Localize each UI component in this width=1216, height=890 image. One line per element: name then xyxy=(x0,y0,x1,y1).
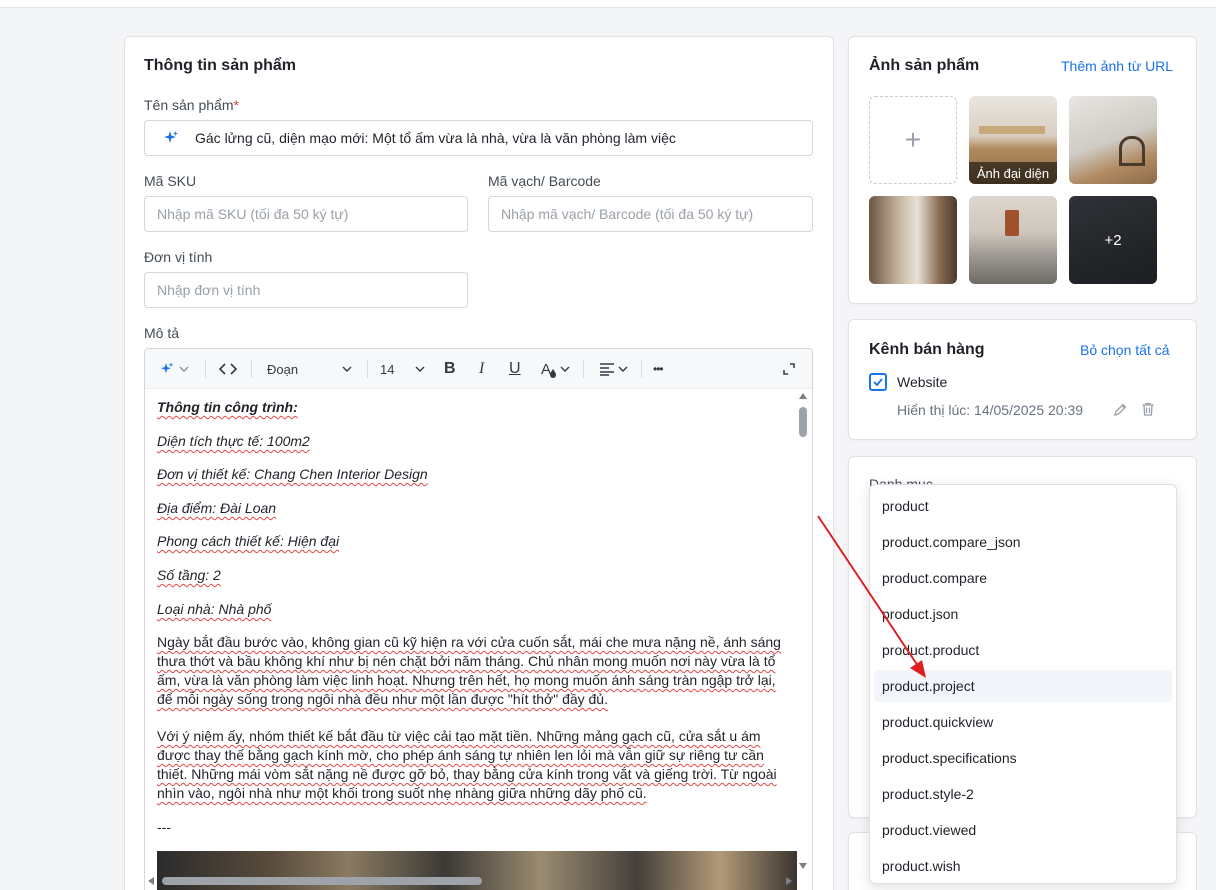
text-color-button[interactable]: A xyxy=(541,349,571,389)
edit-icon[interactable] xyxy=(1112,402,1128,418)
font-size-select[interactable]: 14 xyxy=(380,349,426,389)
ai-sparkle-icon[interactable] xyxy=(163,130,179,146)
unit-input[interactable]: Nhập đơn vị tính xyxy=(144,272,468,308)
category-option[interactable]: product.viewed xyxy=(874,814,1172,846)
info-house-type: Loại nhà: Nhà phố xyxy=(157,601,272,617)
ink-drop-icon xyxy=(550,369,557,378)
category-option[interactable]: product.wish xyxy=(874,850,1172,882)
info-designer: Đơn vị thiết kế: Chang Chen Interior Des… xyxy=(157,466,428,482)
scroll-up-icon[interactable] xyxy=(799,393,807,399)
expand-icon xyxy=(783,363,795,375)
image-thumbnail[interactable] xyxy=(869,196,957,284)
info-heading: Thông tin công trình: xyxy=(157,399,298,415)
sales-channels-title: Kênh bán hàng xyxy=(869,341,985,358)
sku-label: Mã SKU xyxy=(144,173,197,189)
editor-horizontal-scrollbar[interactable] xyxy=(144,874,800,888)
toolbar-divider xyxy=(641,360,642,378)
featured-image-caption: Ảnh đại diện xyxy=(969,162,1057,184)
scroll-right-icon[interactable] xyxy=(786,877,792,885)
code-icon xyxy=(219,363,237,375)
image-detail xyxy=(979,126,1045,134)
barcode-input[interactable]: Nhập mã vạch/ Barcode (tối đa 50 ký tự) xyxy=(488,196,813,232)
separator-text: --- xyxy=(157,819,171,835)
category-option[interactable]: product.compare xyxy=(874,562,1172,594)
add-image-from-url-link[interactable]: Thêm ảnh từ URL xyxy=(1061,58,1173,74)
align-left-icon xyxy=(600,363,614,376)
product-images-title: Ảnh sản phẩm xyxy=(869,57,980,74)
paragraph-2: Với ý niệm ấy, nhóm thiết kế bắt đầu từ … xyxy=(157,728,777,801)
barcode-label: Mã vạch/ Barcode xyxy=(488,173,601,189)
more-tools-button[interactable]: ••• xyxy=(653,349,664,389)
scroll-left-icon[interactable] xyxy=(148,877,154,885)
category-option[interactable]: product.json xyxy=(874,598,1172,630)
horizontal-scroll-thumb[interactable] xyxy=(162,877,482,885)
image-thumbnail-featured[interactable]: Ảnh đại diện xyxy=(969,96,1057,184)
category-option[interactable]: product.specifications xyxy=(874,742,1172,774)
category-option[interactable]: product.product xyxy=(874,634,1172,666)
description-editor[interactable]: Đoạn 14 B I U A ••• Thông tin công trình… xyxy=(144,348,813,890)
unit-label: Đơn vị tính xyxy=(144,249,213,265)
code-view-button[interactable] xyxy=(219,349,237,389)
paragraph-1: Ngày bắt đầu bước vào, không gian cũ kỹ … xyxy=(157,634,781,707)
ai-assist-button[interactable] xyxy=(159,349,190,389)
fullscreen-button[interactable] xyxy=(782,349,796,389)
toolbar-divider xyxy=(583,360,584,378)
toolbar-divider xyxy=(251,360,252,378)
top-bar xyxy=(0,0,1216,8)
plus-icon: + xyxy=(904,124,922,155)
vertical-scroll-thumb[interactable] xyxy=(799,407,807,437)
description-label: Mô tả xyxy=(144,325,180,341)
image-thumbnail[interactable] xyxy=(1069,96,1157,184)
product-name-label: Tên sản phẩm* xyxy=(144,97,239,113)
website-checkbox[interactable] xyxy=(869,373,887,391)
info-style: Phong cách thiết kế: Hiện đại xyxy=(157,533,340,549)
info-area: Diện tích thực tế: 100m2 xyxy=(157,433,310,449)
image-thumbnail[interactable] xyxy=(969,196,1057,284)
info-location: Địa điểm: Đài Loan xyxy=(157,500,277,516)
bold-button[interactable]: B xyxy=(444,349,456,389)
sku-input[interactable]: Nhập mã SKU (tối đa 50 ký tự) xyxy=(144,196,468,232)
image-thumbnail-more[interactable]: +2 xyxy=(1069,196,1157,284)
trash-icon[interactable] xyxy=(1140,401,1156,417)
product-name-value: Gác lửng cũ, diện mạo mới: Một tổ ấm vừa… xyxy=(195,130,676,146)
category-dropdown[interactable]: product product.compare_json product.com… xyxy=(869,484,1177,884)
paragraph-style-select[interactable]: Đoạn xyxy=(267,349,353,389)
add-image-button[interactable]: + xyxy=(869,96,957,184)
image-detail xyxy=(1005,210,1019,236)
chevron-down-icon xyxy=(560,366,570,372)
category-option[interactable]: product xyxy=(874,490,1172,522)
align-select[interactable] xyxy=(599,349,629,389)
product-info-title: Thông tin sản phẩm xyxy=(144,57,296,74)
product-name-input[interactable]: Gác lửng cũ, diện mạo mới: Một tổ ấm vừa… xyxy=(144,120,813,156)
display-time-text: Hiển thị lúc: 14/05/2025 20:39 xyxy=(897,402,1084,418)
chevron-down-icon xyxy=(618,366,628,372)
toolbar-divider xyxy=(205,360,206,378)
chevron-down-icon xyxy=(342,366,352,372)
toolbar-divider xyxy=(367,360,368,378)
category-option-highlighted[interactable]: product.project xyxy=(874,670,1172,702)
info-floors: Số tầng: 2 xyxy=(157,567,221,583)
italic-button[interactable]: I xyxy=(479,349,484,389)
checkmark-icon xyxy=(873,378,883,387)
editor-toolbar: Đoạn 14 B I U A ••• xyxy=(145,349,812,389)
scroll-down-icon[interactable] xyxy=(799,863,807,869)
more-images-count: +2 xyxy=(1069,196,1157,284)
category-option[interactable]: product.quickview xyxy=(874,706,1172,738)
deselect-all-link[interactable]: Bỏ chọn tất cả xyxy=(1080,342,1170,358)
image-detail xyxy=(1119,136,1145,166)
chevron-down-icon xyxy=(179,366,189,372)
ai-sparkle-icon xyxy=(161,362,174,374)
website-channel-label: Website xyxy=(897,374,948,390)
underline-button[interactable]: U xyxy=(509,349,521,389)
editor-vertical-scrollbar[interactable] xyxy=(798,391,808,871)
chevron-down-icon xyxy=(415,366,425,372)
category-option[interactable]: product.compare_json xyxy=(874,526,1172,558)
category-option[interactable]: product.style-2 xyxy=(874,778,1172,810)
